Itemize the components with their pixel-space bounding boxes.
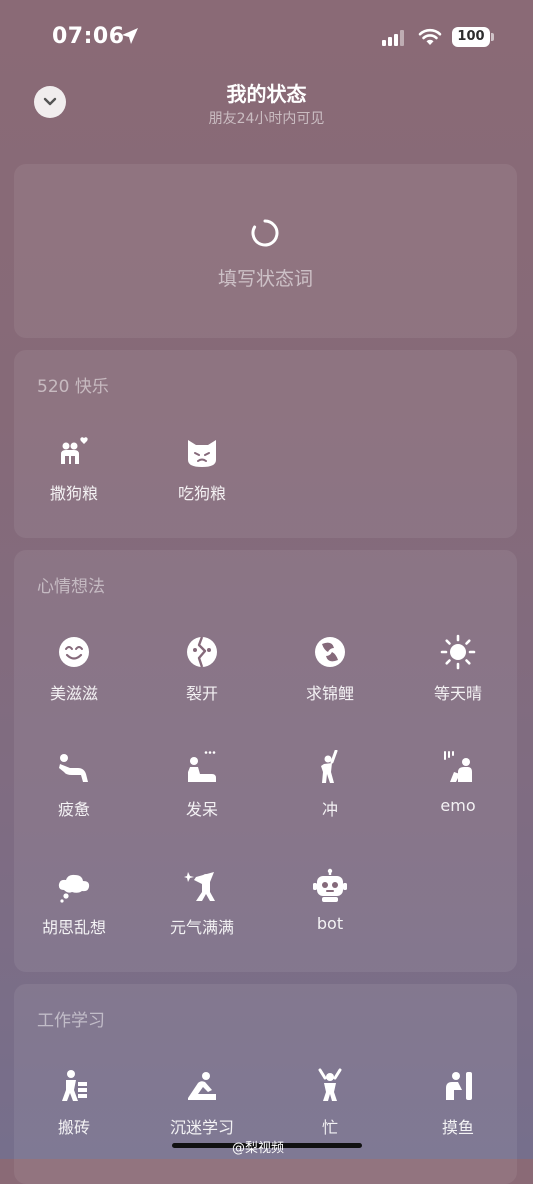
cellular-signal-icon (382, 30, 404, 46)
status-item-label: 胡思乱想 (41, 918, 106, 937)
status-item-sagouliang[interactable]: 撒狗粮 (14, 434, 134, 504)
page-subtitle: 朋友24小时内可见 (208, 111, 325, 127)
status-item-qiujinli[interactable]: 求锦鲤 (270, 634, 390, 704)
section-title: 心情想法 (37, 577, 105, 597)
status-item-label: 美滋滋 (49, 684, 98, 703)
robot-icon (313, 868, 347, 902)
smile-face-icon (59, 637, 89, 667)
section-title: 工作学习 (37, 1011, 105, 1031)
status-item-label: 吃狗粮 (177, 484, 226, 503)
brick-carrier-icon (62, 1070, 87, 1101)
status-item-label: 疲惫 (57, 800, 90, 819)
custom-status-label: 填写状态词 (217, 268, 313, 290)
status-item-chigouliang[interactable]: 吃狗粮 (142, 434, 262, 504)
section-520: 520 快乐 撒狗粮 吃狗粮 (14, 350, 517, 538)
section-mood: 心情想法 美滋滋 裂开 求锦鲤 等天晴 疲惫 发呆 冲 emo 胡思乱想 元气满… (14, 550, 517, 972)
energetic-person-icon (184, 872, 215, 901)
loading-circle-icon (251, 219, 279, 247)
status-item-banzhuan[interactable]: 搬砖 (14, 1068, 134, 1138)
status-time: 07:06 (52, 24, 125, 49)
rush-person-icon (321, 750, 338, 783)
sun-icon (440, 634, 476, 670)
emo-person-icon (444, 751, 472, 782)
status-item-liekai[interactable]: 裂开 (142, 634, 262, 704)
status-item-label: 冲 (321, 800, 338, 819)
status-item-label: emo (440, 796, 476, 815)
status-item-label: 元气满满 (169, 918, 234, 937)
status-item-mang[interactable]: 忙 (270, 1068, 390, 1138)
status-item-chenmixuexi[interactable]: 沉迷学习 (142, 1068, 262, 1138)
section-title: 520 快乐 (37, 377, 109, 397)
daze-person-icon (188, 751, 216, 782)
busy-person-icon (318, 1068, 342, 1101)
cracked-face-icon (187, 636, 217, 668)
page-title: 我的状态 (226, 82, 307, 106)
status-item-yuanqimanman[interactable]: 元气满满 (142, 868, 262, 938)
couple-love-icon (61, 437, 88, 464)
studying-person-icon (188, 1072, 216, 1100)
status-item-label: 裂开 (185, 684, 218, 703)
wifi-icon (418, 28, 442, 45)
status-item-pibei[interactable]: 疲惫 (14, 750, 134, 820)
location-arrow-icon (122, 28, 138, 44)
status-item-moyu[interactable]: 摸鱼 (398, 1068, 518, 1138)
tired-person-icon (59, 754, 88, 782)
status-item-emo[interactable]: emo (398, 750, 518, 815)
status-item-dengtianqing[interactable]: 等天晴 (398, 634, 518, 704)
status-item-label: 摸鱼 (441, 1118, 474, 1137)
status-item-label: 求锦鲤 (305, 684, 354, 703)
status-item-meizizi[interactable]: 美滋滋 (14, 634, 134, 704)
custom-status-card[interactable]: 填写状态词 (14, 164, 517, 338)
battery-indicator: 100 (452, 27, 494, 47)
slacking-person-icon (446, 1072, 472, 1100)
status-item-label: 撒狗粮 (49, 484, 98, 503)
status-item-chong[interactable]: 冲 (270, 750, 390, 820)
status-item-label: 沉迷学习 (169, 1118, 234, 1137)
thought-cloud-icon (58, 874, 90, 903)
watermark: @梨视频 (232, 1141, 285, 1156)
grumpy-cat-icon (188, 440, 216, 467)
status-item-label: 发呆 (185, 800, 218, 819)
status-item-label: 忙 (321, 1118, 338, 1137)
status-item-label: bot (316, 914, 344, 933)
status-bar: 07:06 100 (0, 0, 533, 70)
koi-fish-icon (315, 637, 345, 667)
status-item-label: 搬砖 (57, 1118, 90, 1137)
status-item-label: 等天晴 (433, 684, 482, 703)
status-item-bot[interactable]: bot (270, 868, 390, 933)
status-item-husiluanxiang[interactable]: 胡思乱想 (14, 868, 134, 938)
status-item-fadai[interactable]: 发呆 (142, 750, 262, 820)
